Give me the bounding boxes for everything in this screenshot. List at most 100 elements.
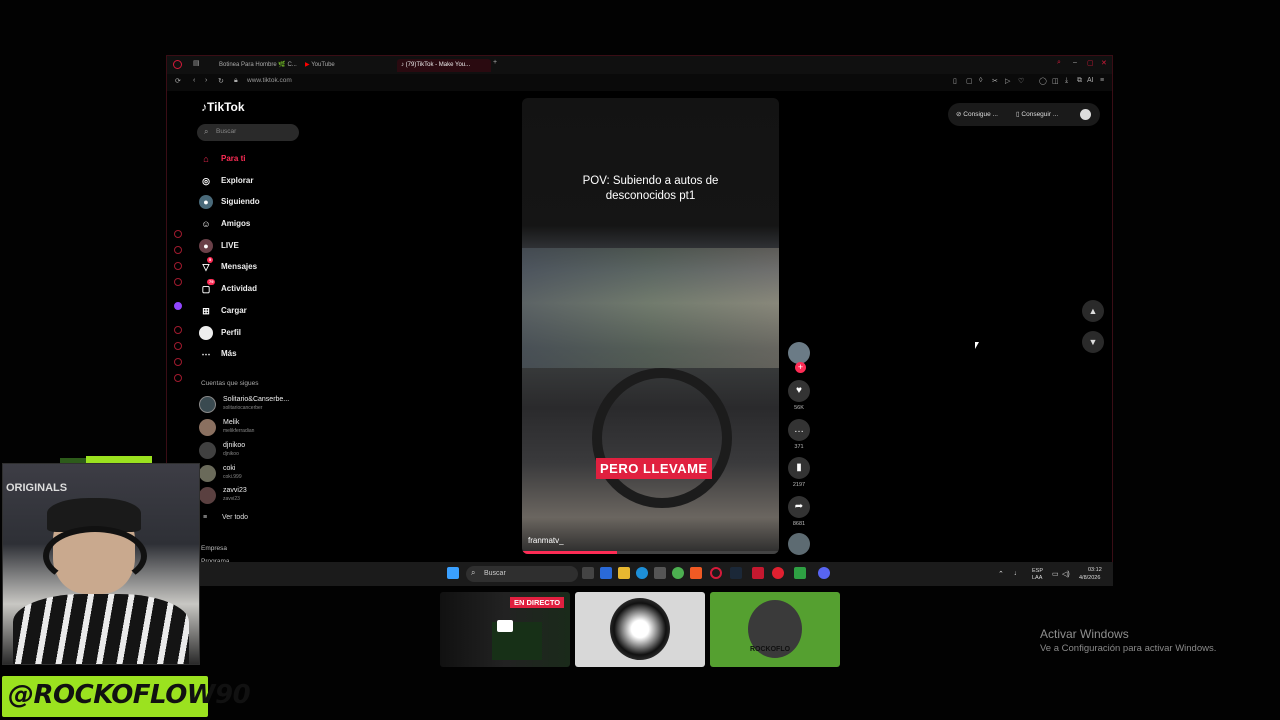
strip-icon-7[interactable] — [174, 342, 182, 350]
app-red2-icon[interactable] — [772, 567, 784, 579]
menu-icon[interactable]: ≡ — [1100, 77, 1104, 84]
extensions-icon[interactable]: ⧉ — [1077, 77, 1082, 85]
follow-plus-icon[interactable]: + — [795, 362, 806, 373]
camera-icon[interactable]: ◫ — [1052, 77, 1059, 85]
home-icon: ⌂ — [203, 154, 209, 164]
share-icon[interactable]: ➦ — [788, 496, 810, 518]
activate-windows-subtitle: Ve a Configuración para activar Windows. — [1040, 643, 1217, 654]
get-coins-link[interactable]: ⊘ Consigue ... — [956, 110, 998, 118]
video-progress-fill — [522, 551, 618, 554]
video-progress-bar[interactable] — [522, 551, 779, 554]
copilot-icon[interactable] — [600, 567, 612, 579]
heart-icon[interactable]: ♡ — [1018, 77, 1024, 85]
video-author[interactable]: franmatv_ — [528, 536, 564, 545]
search-tabs-icon[interactable]: ⌕ — [1057, 59, 1061, 67]
nav-label: Cargar — [221, 306, 247, 315]
next-video-button[interactable]: ▼ — [1082, 331, 1104, 353]
tools-icon[interactable]: ✂ — [992, 77, 998, 85]
messages-badge: 5 — [207, 257, 214, 263]
taskbar-search[interactable]: ⌕ Buscar — [466, 566, 578, 582]
tab-tiktok-label: (79)TikTok - Make You... — [405, 62, 471, 68]
see-all-link[interactable]: Ver todo — [222, 514, 248, 521]
reload-icon[interactable]: ↻ — [218, 77, 224, 85]
lang1[interactable]: ESP — [1032, 568, 1043, 574]
like-icon[interactable]: ♥ — [788, 380, 810, 402]
account-handle: zavvi23 — [223, 496, 240, 502]
clock-time[interactable]: 03:12 — [1088, 567, 1102, 573]
ai-button[interactable]: AI — [1087, 77, 1094, 84]
store-icon[interactable] — [654, 567, 666, 579]
bookmark-icon[interactable]: ▯ — [953, 77, 957, 85]
streamer-handle-banner: @ROCKOFLOW90 — [2, 676, 251, 717]
minimize-icon[interactable]: – — [1073, 59, 1077, 66]
get-app-link[interactable]: ▯ Conseguir ... — [1016, 110, 1058, 118]
get-app-bar: ⊘ Consigue ... ▯ Conseguir ... — [948, 103, 1100, 126]
strip-icon-1[interactable] — [174, 230, 182, 238]
opera-gx-icon[interactable] — [710, 567, 722, 579]
network-icon[interactable]: ▭ — [1052, 570, 1059, 578]
shield-icon[interactable]: ◊ — [979, 77, 982, 84]
tab-youtube[interactable]: ▶ YouTube — [305, 59, 345, 72]
file-explorer-icon[interactable] — [618, 567, 630, 579]
workspace-icon[interactable]: ▤ — [193, 59, 200, 67]
download-icon[interactable]: ⤓ — [1065, 77, 1068, 85]
steam-icon[interactable] — [730, 567, 742, 579]
comment-count: 371 — [794, 444, 804, 450]
back-icon[interactable]: ‹ — [193, 77, 195, 84]
following-title: Cuentas que sigues — [201, 380, 259, 387]
address-bar: ⟳ ‹ › ↻ 🔒︎ www.tiktok.com ▯ ▢ ◊ ✂ ▷ ♡ ◯ … — [167, 74, 1112, 91]
new-tab-button[interactable]: + — [493, 59, 497, 66]
tiktok-logo[interactable]: ♪TikTok — [201, 100, 245, 114]
sound-disc-icon[interactable] — [788, 533, 810, 555]
strip-icon-9[interactable] — [174, 374, 182, 382]
theme-toggle[interactable] — [1080, 109, 1091, 120]
close-icon[interactable]: ✕ — [1101, 59, 1107, 67]
twitch-icon[interactable] — [174, 302, 182, 310]
maximize-icon[interactable]: ▢ — [1087, 59, 1094, 67]
discord-icon[interactable] — [818, 567, 830, 579]
scene-thumb-logo[interactable] — [575, 592, 705, 667]
volume-icon[interactable]: ◁) — [1062, 570, 1070, 578]
nav-label: Siguiendo — [221, 197, 260, 206]
video-player[interactable]: POV: Subiendo a autos de desconocidos pt1… — [522, 98, 779, 554]
brave-icon[interactable] — [690, 567, 702, 579]
clock-date[interactable]: 4/8/2026 — [1079, 575, 1100, 581]
activity-badge: 79 — [207, 279, 216, 285]
screenshot-icon[interactable]: ▢ — [966, 77, 973, 85]
strip-icon-2[interactable] — [174, 246, 182, 254]
creator-avatar[interactable] — [788, 342, 810, 364]
streamer-handle: @ROCKOFLOW90 — [8, 680, 251, 710]
app-red-icon[interactable] — [752, 567, 764, 579]
chrome-icon[interactable] — [672, 567, 684, 579]
strip-icon-3[interactable] — [174, 262, 182, 270]
chat-icon[interactable]: ◯ — [1039, 77, 1047, 85]
windows-start-icon[interactable] — [447, 567, 459, 579]
strip-icon-8[interactable] — [174, 358, 182, 366]
prev-video-button[interactable]: ▲ — [1082, 300, 1104, 322]
nav-label: Perfil — [221, 328, 242, 337]
edge-icon[interactable] — [636, 567, 648, 579]
save-icon[interactable]: ▮ — [788, 457, 810, 479]
forward-icon[interactable]: › — [205, 77, 207, 84]
tray-chevron-icon[interactable]: ⌃ — [998, 570, 1004, 578]
strip-icon-6[interactable] — [174, 326, 182, 334]
nav-label: Explorar — [221, 176, 254, 185]
play-icon[interactable]: ▷ — [1005, 77, 1010, 85]
tiktok-logo-text: TikTok — [207, 100, 245, 114]
crow-logo — [610, 598, 670, 660]
browser-logo-icon[interactable] — [173, 60, 182, 69]
comment-icon[interactable]: … — [788, 419, 810, 441]
sheets-icon[interactable] — [794, 567, 806, 579]
sidebar-toggle-icon[interactable]: ⟳ — [175, 77, 181, 85]
scene-thumb-avatar[interactable]: ROCKOFLO — [710, 592, 840, 667]
strip-icon-4[interactable] — [174, 278, 182, 286]
url-field[interactable]: www.tiktok.com — [247, 77, 292, 84]
video-title-line2: desconocidos pt1 — [605, 190, 696, 202]
search-input[interactable]: ⌕ Buscar — [197, 124, 299, 141]
footer-empresa[interactable]: Empresa — [201, 545, 227, 552]
lang2[interactable]: LAA — [1032, 575, 1042, 581]
tab-tiktok[interactable]: ♪ (79)TikTok - Make You... — [397, 59, 491, 72]
task-view-icon[interactable] — [582, 567, 594, 579]
tab-botinea[interactable]: Botinea Para Hombre 🌿 C... — [219, 59, 299, 72]
mic-icon[interactable]: ♩ — [1014, 570, 1021, 577]
